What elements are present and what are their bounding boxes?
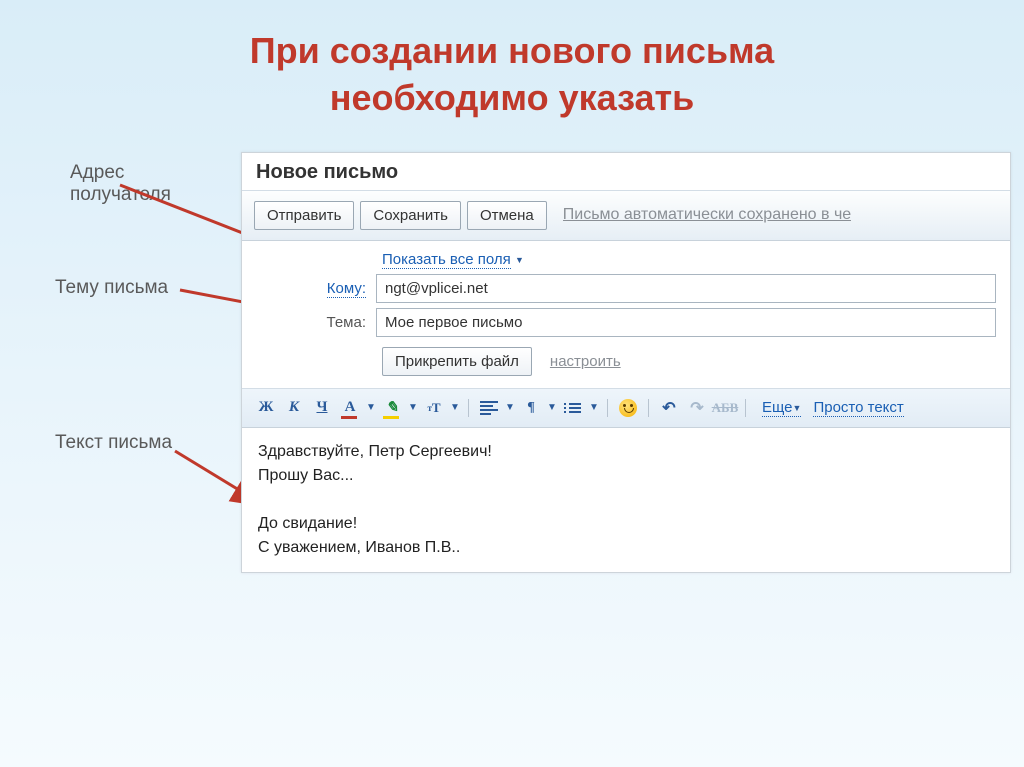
to-field-row: Кому:: [256, 274, 996, 303]
highlight-dropdown-icon[interactable]: ▼: [408, 402, 418, 413]
cancel-button[interactable]: Отмена: [467, 201, 547, 230]
attach-file-button[interactable]: Прикрепить файл: [382, 347, 532, 376]
attach-row: Прикрепить файл настроить: [382, 347, 996, 376]
show-all-fields-row: Показать все поля ▼: [382, 251, 996, 268]
bullet-list-button[interactable]: [561, 397, 585, 419]
font-size-button[interactable]: тT: [422, 397, 446, 419]
separator-icon: [607, 399, 608, 417]
emoji-button[interactable]: [616, 397, 640, 419]
highlight-button[interactable]: ✎: [380, 397, 404, 419]
slide-title: При создании нового письма необходимо ук…: [0, 0, 1024, 122]
attach-configure-link[interactable]: настроить: [550, 353, 621, 370]
align-dropdown-icon[interactable]: ▼: [505, 402, 515, 413]
undo-button[interactable]: ↶: [657, 397, 681, 419]
underline-button[interactable]: Ч: [310, 397, 334, 419]
dropdown-icon[interactable]: ▼: [515, 255, 524, 265]
autosave-status: Письмо автоматически сохранено в че: [563, 206, 851, 224]
to-label: Кому:: [256, 280, 376, 297]
annotation-subject: Тему письма: [55, 277, 168, 299]
to-label-link[interactable]: Кому:: [327, 280, 366, 298]
font-size-dropdown-icon[interactable]: ▼: [450, 402, 460, 413]
separator-icon: [745, 399, 746, 417]
show-all-fields-link[interactable]: Показать все поля: [382, 251, 511, 269]
send-button[interactable]: Отправить: [254, 201, 354, 230]
font-color-dropdown-icon[interactable]: ▼: [366, 402, 376, 413]
to-input[interactable]: [376, 274, 996, 303]
plain-text-link[interactable]: Просто текст: [813, 399, 903, 417]
email-compose-window: Новое письмо Отправить Сохранить Отмена …: [241, 152, 1011, 573]
body-line: Прошу Вас...: [258, 464, 994, 488]
body-line: [258, 488, 994, 512]
format-toolbar: Ж К Ч A ▼ ✎ ▼ тT ▼ ▼ ¶ ▼ ▼ ↶ ↷ АБВ Еще▼ …: [242, 389, 1010, 428]
subject-input[interactable]: [376, 308, 996, 337]
subject-label: Тема:: [256, 314, 376, 331]
bold-button[interactable]: Ж: [254, 397, 278, 419]
fields-area: Показать все поля ▼ Кому: Тема: Прикрепи…: [242, 241, 1010, 389]
italic-button[interactable]: К: [282, 397, 306, 419]
align-button[interactable]: [477, 397, 501, 419]
quote-button[interactable]: ¶: [519, 397, 543, 419]
subject-field-row: Тема:: [256, 308, 996, 337]
font-color-button[interactable]: A: [338, 397, 362, 419]
list-dropdown-icon[interactable]: ▼: [589, 402, 599, 413]
redo-button[interactable]: ↷: [685, 397, 709, 419]
email-body-editor[interactable]: Здравствуйте, Петр Сергеевич! Прошу Вас.…: [242, 428, 1010, 572]
more-link[interactable]: Еще▼: [762, 399, 801, 417]
window-title: Новое письмо: [242, 153, 1010, 190]
body-line: До свидание!: [258, 512, 994, 536]
toolbar: Отправить Сохранить Отмена Письмо автома…: [242, 190, 1010, 241]
save-button[interactable]: Сохранить: [360, 201, 461, 230]
smiley-icon: [619, 399, 637, 417]
body-line: С уважением, Иванов П.В..: [258, 536, 994, 560]
separator-icon: [648, 399, 649, 417]
annotation-body: Текст письма: [55, 432, 172, 454]
separator-icon: [468, 399, 469, 417]
quote-dropdown-icon[interactable]: ▼: [547, 402, 557, 413]
clear-format-button[interactable]: АБВ: [713, 397, 737, 419]
body-line: Здравствуйте, Петр Сергеевич!: [258, 440, 994, 464]
annotation-recipient: Адрес получателя: [70, 162, 171, 206]
